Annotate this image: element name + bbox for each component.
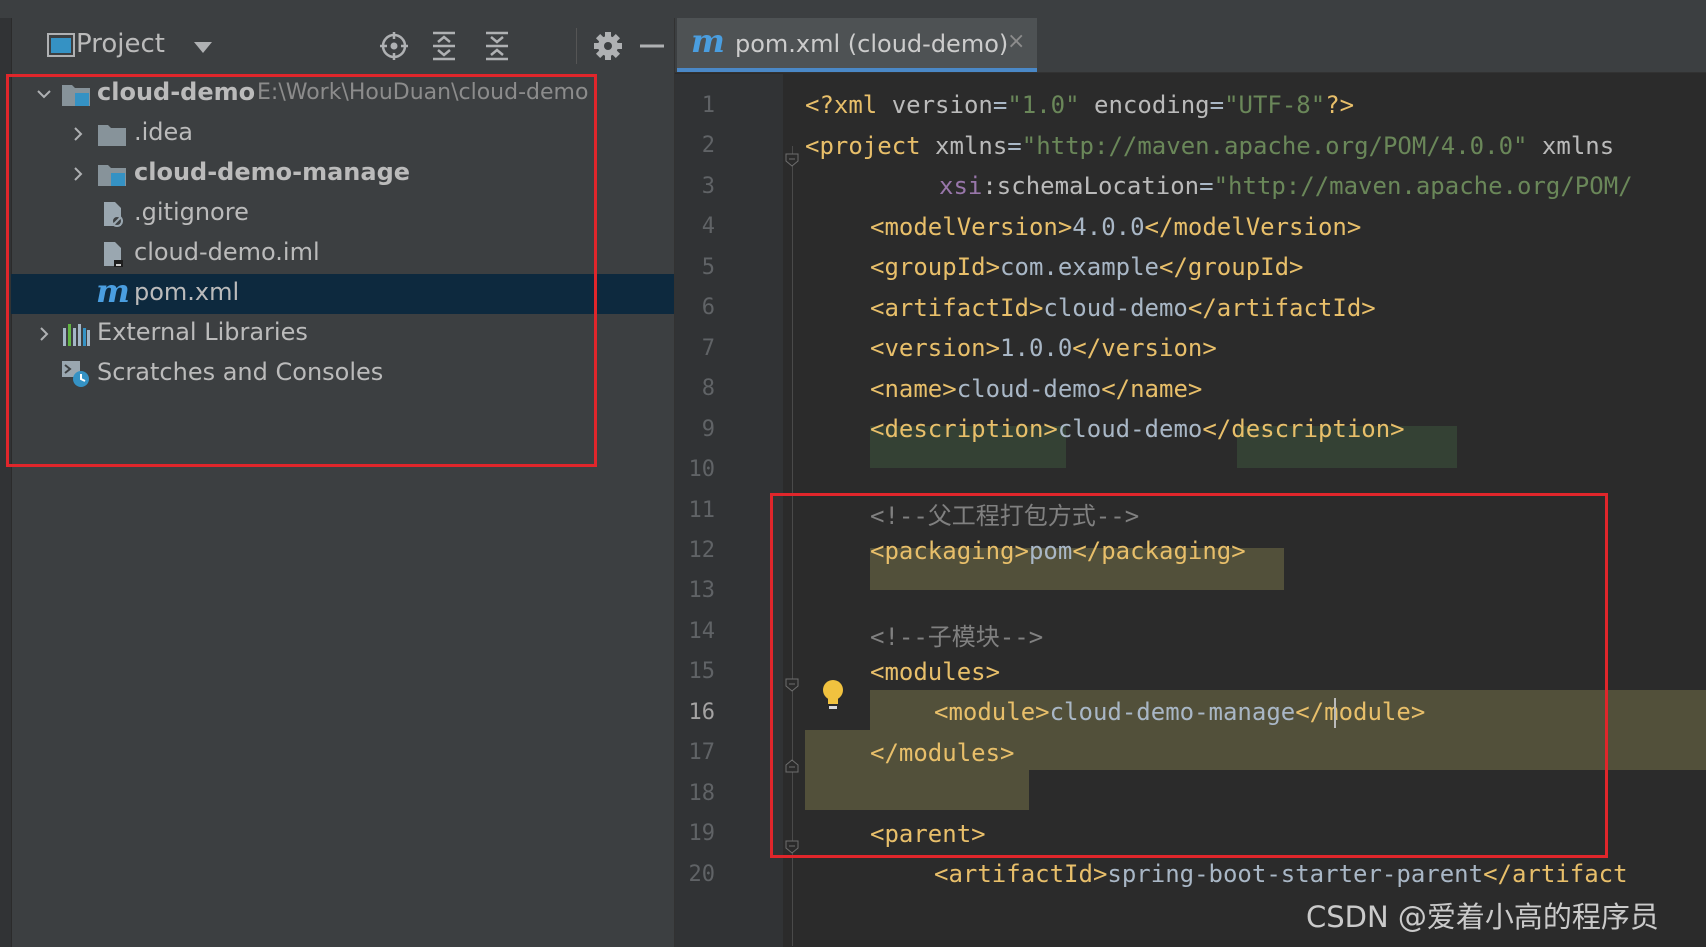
tab-label: pom.xml (cloud-demo) — [735, 30, 1009, 58]
line-number: 7 — [701, 335, 715, 361]
line-number: 13 — [688, 578, 716, 604]
annotation-box-project — [6, 74, 597, 467]
annotation-box-editor — [770, 493, 1608, 858]
hide-panel-icon[interactable] — [635, 29, 669, 63]
collapse-all-icon[interactable] — [480, 29, 514, 63]
line-number: 9 — [701, 416, 715, 442]
line-number: 19 — [688, 821, 716, 847]
toolbar-separator — [576, 28, 577, 64]
code-line-8: <name>cloud-demo</name> — [870, 375, 1203, 403]
maven-icon: m — [691, 22, 725, 60]
line-number: 17 — [688, 740, 716, 766]
code-line-5: <groupId>com.example</groupId> — [870, 253, 1304, 281]
tab-pom-xml[interactable]: m pom.xml (cloud-demo) × — [677, 18, 1037, 72]
line-number: 4 — [701, 214, 715, 240]
line-number: 2 — [701, 133, 715, 159]
line-number: 16 — [688, 699, 716, 725]
code-line-3: xsi:schemaLocation="http://maven.apache.… — [939, 172, 1633, 200]
title-bar-fragment — [0, 0, 1706, 19]
line-number: 14 — [688, 618, 716, 644]
code-line-7: <version>1.0.0</version> — [870, 334, 1217, 362]
code-line-20: <artifactId>spring-boot-starter-parent</… — [934, 860, 1628, 888]
watermark: CSDN @爱着小高的程序员 — [1306, 900, 1659, 934]
code-line-1: <?xml version="1.0" encoding="UTF-8"?> — [805, 91, 1355, 119]
line-number: 5 — [701, 254, 715, 280]
project-view-icon — [47, 33, 75, 57]
code-line-9: <description>cloud-demo</description> — [870, 415, 1405, 443]
project-panel-header: Project — [11, 18, 674, 74]
chevron-down-icon[interactable] — [194, 42, 212, 53]
line-number: 10 — [688, 457, 716, 483]
line-number: 1 — [701, 93, 715, 118]
line-number: 12 — [688, 537, 716, 563]
line-number: 20 — [688, 861, 716, 887]
close-icon[interactable]: × — [1007, 29, 1025, 54]
line-number: 8 — [701, 376, 715, 402]
fold-marker-icon[interactable] — [785, 153, 799, 167]
project-view-selector[interactable]: Project — [76, 29, 165, 59]
code-line-4: <modelVersion>4.0.0</modelVersion> — [870, 213, 1362, 241]
editor-tab-bar: m pom.xml (cloud-demo) × — [675, 18, 1706, 73]
locate-file-icon[interactable] — [377, 29, 411, 63]
line-number: 6 — [701, 295, 715, 321]
line-number: 11 — [688, 497, 716, 523]
code-line-6: <artifactId>cloud-demo</artifactId> — [870, 294, 1376, 322]
gear-icon[interactable] — [591, 29, 625, 63]
expand-all-icon[interactable] — [427, 29, 461, 63]
line-number: 18 — [688, 780, 716, 806]
line-number: 15 — [688, 659, 716, 685]
line-number: 3 — [701, 173, 715, 199]
code-line-2: <project xmlns="http://maven.apache.org/… — [805, 132, 1615, 160]
